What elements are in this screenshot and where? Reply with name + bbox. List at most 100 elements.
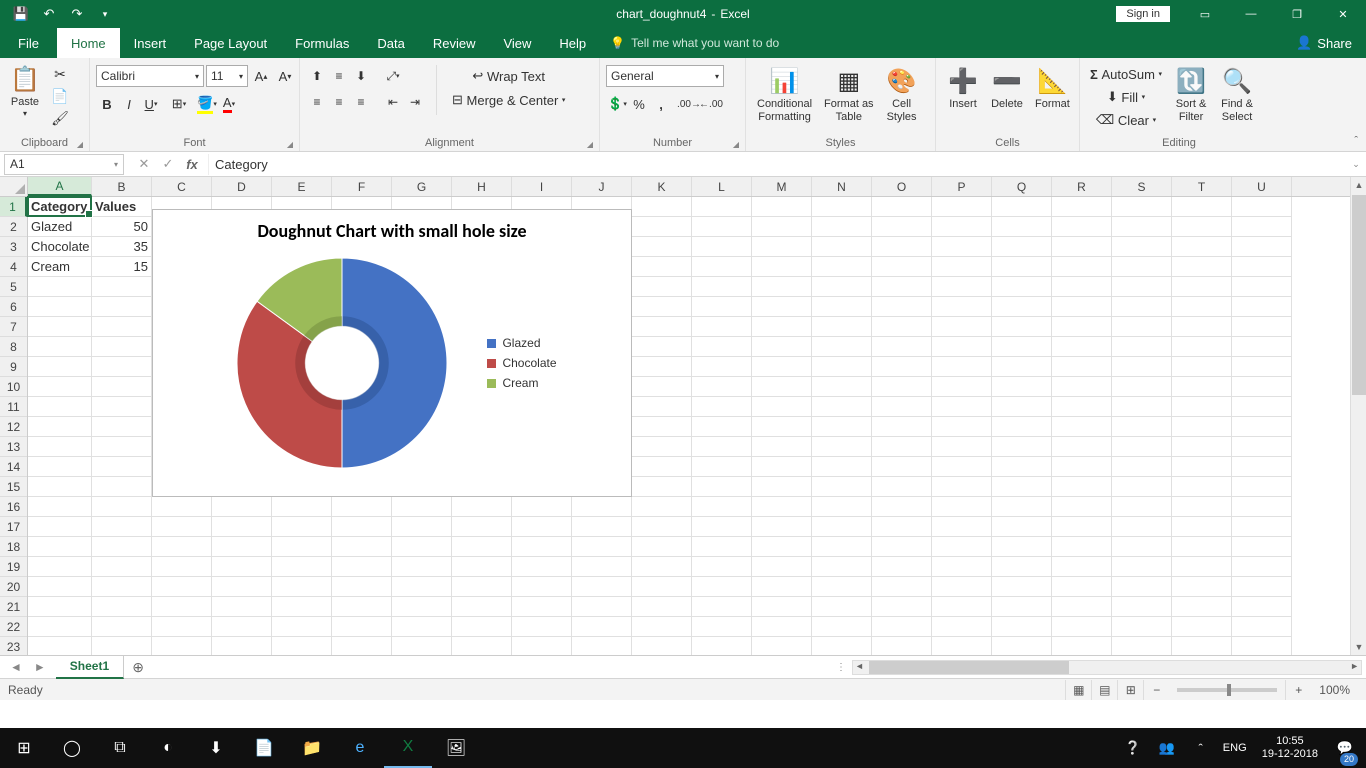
cell-A3[interactable]: Chocolate: [28, 237, 92, 257]
cell-B9[interactable]: [92, 357, 152, 377]
cell-Q22[interactable]: [992, 617, 1052, 637]
cell-T20[interactable]: [1172, 577, 1232, 597]
hscroll-thumb[interactable]: [869, 661, 1069, 674]
tray-clock[interactable]: 10:55 19-12-2018: [1252, 735, 1328, 761]
cell-I22[interactable]: [512, 617, 572, 637]
cell-U4[interactable]: [1232, 257, 1292, 277]
row-header-5[interactable]: 5: [0, 277, 27, 297]
increase-decimal-button[interactable]: .00→: [678, 93, 700, 115]
cell-S3[interactable]: [1112, 237, 1172, 257]
cell-U19[interactable]: [1232, 557, 1292, 577]
scroll-up-button[interactable]: ▲: [1351, 177, 1366, 193]
cell-N6[interactable]: [812, 297, 872, 317]
row-header-3[interactable]: 3: [0, 237, 27, 257]
column-header-I[interactable]: I: [512, 177, 572, 196]
cell-B22[interactable]: [92, 617, 152, 637]
cell-K20[interactable]: [632, 577, 692, 597]
cell-P15[interactable]: [932, 477, 992, 497]
cell-D22[interactable]: [212, 617, 272, 637]
cell-A6[interactable]: [28, 297, 92, 317]
cell-S12[interactable]: [1112, 417, 1172, 437]
paste-button[interactable]: 📋 Paste ▾: [4, 61, 46, 122]
sheet-nav-last[interactable]: ►: [34, 660, 46, 674]
column-header-R[interactable]: R: [1052, 177, 1112, 196]
cell-U14[interactable]: [1232, 457, 1292, 477]
tray-chevron[interactable]: ˆ: [1184, 728, 1218, 768]
cell-A9[interactable]: [28, 357, 92, 377]
cell-O18[interactable]: [872, 537, 932, 557]
cell-Q20[interactable]: [992, 577, 1052, 597]
cell-Q18[interactable]: [992, 537, 1052, 557]
cell-T11[interactable]: [1172, 397, 1232, 417]
cell-R6[interactable]: [1052, 297, 1112, 317]
cell-P17[interactable]: [932, 517, 992, 537]
cell-B3[interactable]: 35: [92, 237, 152, 257]
cell-U6[interactable]: [1232, 297, 1292, 317]
align-center-button[interactable]: ≡: [328, 91, 350, 113]
cell-A16[interactable]: [28, 497, 92, 517]
cell-A8[interactable]: [28, 337, 92, 357]
cell-R2[interactable]: [1052, 217, 1112, 237]
cell-P19[interactable]: [932, 557, 992, 577]
cell-T7[interactable]: [1172, 317, 1232, 337]
cell-T1[interactable]: [1172, 197, 1232, 217]
italic-button[interactable]: I: [118, 93, 140, 115]
cell-L15[interactable]: [692, 477, 752, 497]
cell-P9[interactable]: [932, 357, 992, 377]
cell-H20[interactable]: [452, 577, 512, 597]
cell-N20[interactable]: [812, 577, 872, 597]
row-header-22[interactable]: 22: [0, 617, 27, 637]
column-header-B[interactable]: B: [92, 177, 152, 196]
cell-K2[interactable]: [632, 217, 692, 237]
cell-N15[interactable]: [812, 477, 872, 497]
name-box[interactable]: A1▾: [4, 154, 124, 175]
cell-N4[interactable]: [812, 257, 872, 277]
cell-Q9[interactable]: [992, 357, 1052, 377]
cell-M10[interactable]: [752, 377, 812, 397]
cell-I20[interactable]: [512, 577, 572, 597]
cell-U18[interactable]: [1232, 537, 1292, 557]
cell-N1[interactable]: [812, 197, 872, 217]
sign-in-button[interactable]: Sign in: [1116, 6, 1170, 22]
cell-M1[interactable]: [752, 197, 812, 217]
cell-S11[interactable]: [1112, 397, 1172, 417]
cell-B19[interactable]: [92, 557, 152, 577]
cell-L6[interactable]: [692, 297, 752, 317]
cell-G19[interactable]: [392, 557, 452, 577]
cell-T17[interactable]: [1172, 517, 1232, 537]
cell-S22[interactable]: [1112, 617, 1172, 637]
cell-B21[interactable]: [92, 597, 152, 617]
cell-I19[interactable]: [512, 557, 572, 577]
decrease-decimal-button[interactable]: ←.00: [700, 93, 722, 115]
cell-M4[interactable]: [752, 257, 812, 277]
cell-L13[interactable]: [692, 437, 752, 457]
bold-button[interactable]: B: [96, 93, 118, 115]
cell-B23[interactable]: [92, 637, 152, 655]
cell-M6[interactable]: [752, 297, 812, 317]
cell-Q21[interactable]: [992, 597, 1052, 617]
cell-S18[interactable]: [1112, 537, 1172, 557]
cell-E16[interactable]: [272, 497, 332, 517]
cell-Q12[interactable]: [992, 417, 1052, 437]
tab-page-layout[interactable]: Page Layout: [180, 28, 281, 58]
taskbar-photos[interactable]: 🖼: [432, 728, 480, 768]
cell-U7[interactable]: [1232, 317, 1292, 337]
cell-K18[interactable]: [632, 537, 692, 557]
tray-language[interactable]: ENG: [1218, 728, 1252, 768]
cell-B5[interactable]: [92, 277, 152, 297]
cell-J22[interactable]: [572, 617, 632, 637]
cell-Q7[interactable]: [992, 317, 1052, 337]
cell-L7[interactable]: [692, 317, 752, 337]
cell-L22[interactable]: [692, 617, 752, 637]
column-header-N[interactable]: N: [812, 177, 872, 196]
cell-B4[interactable]: 15: [92, 257, 152, 277]
cell-P1[interactable]: [932, 197, 992, 217]
cell-Q6[interactable]: [992, 297, 1052, 317]
qat-customize-button[interactable]: ▾: [92, 2, 118, 26]
cell-L19[interactable]: [692, 557, 752, 577]
fill-color-button[interactable]: 🪣▾: [196, 93, 218, 115]
cell-G20[interactable]: [392, 577, 452, 597]
cell-I18[interactable]: [512, 537, 572, 557]
tray-notifications[interactable]: 💬20: [1328, 728, 1362, 768]
cell-J17[interactable]: [572, 517, 632, 537]
